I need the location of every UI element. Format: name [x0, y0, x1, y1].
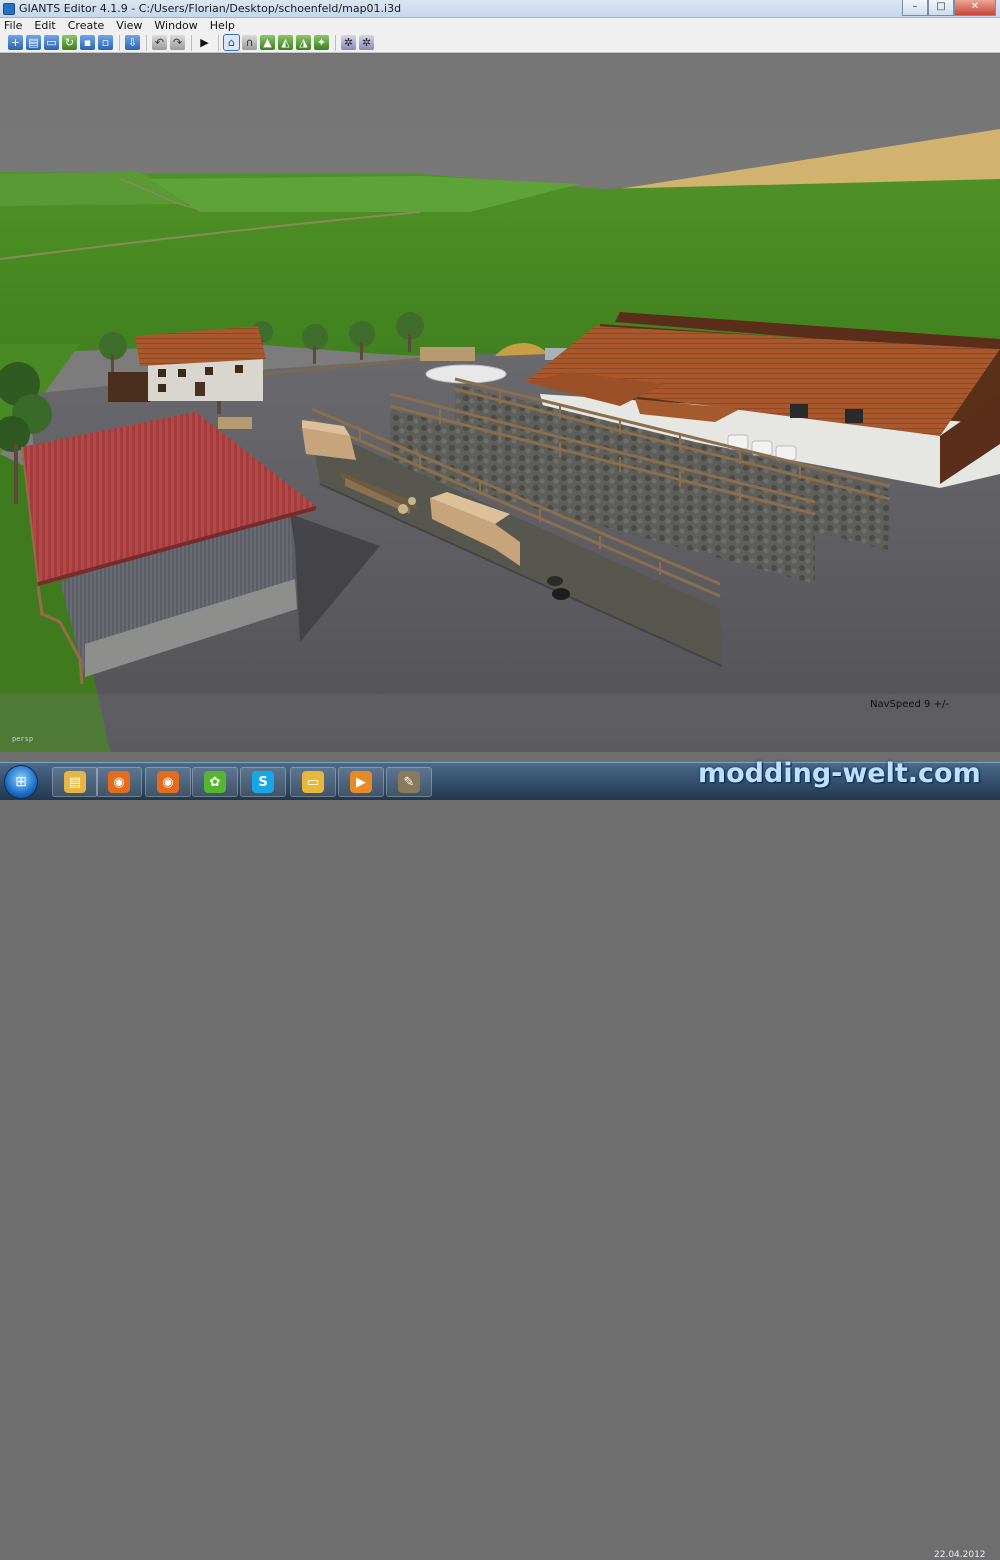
scene-render [0, 54, 1000, 752]
toolbar: + ▤ ▭ ↻ ▪ ▫ ⇩ ↶ ↷ ▶ ⌂ ∩ ▲ ◭ ◮ ✦ ✲ ✲ [0, 33, 1000, 53]
toolbar-separator [335, 34, 336, 51]
menu-help[interactable]: Help [210, 19, 235, 32]
files-icon: ▭ [302, 771, 324, 793]
menu-view[interactable]: View [116, 19, 142, 32]
menu-create[interactable]: Create [68, 19, 105, 32]
menu-edit[interactable]: Edit [34, 19, 55, 32]
open-folder-icon[interactable]: ▭ [44, 35, 59, 50]
menu-window[interactable]: Window [154, 19, 197, 32]
foliage-icon[interactable]: ✦ [314, 35, 329, 50]
watermark-logo: modding-welt.com [698, 758, 981, 789]
explorer-icon: ▤ [64, 771, 86, 793]
minimize-button[interactable]: – [902, 0, 928, 16]
close-button[interactable]: ✕ [954, 0, 996, 16]
toolbar-separator [218, 34, 219, 51]
skype-icon: S [252, 771, 274, 793]
menu-file[interactable]: File [4, 19, 22, 32]
window-controls: – □ ✕ [902, 0, 996, 16]
menu-bar: File Edit Create View Window Help [0, 18, 1000, 33]
toolbar-separator [119, 34, 120, 51]
3d-viewport[interactable]: persp [0, 54, 1000, 752]
open-file-icon[interactable]: ▤ [26, 35, 41, 50]
select-mode-icon[interactable]: ⌂ [223, 34, 240, 51]
maximize-button[interactable]: □ [928, 0, 954, 16]
redo-icon[interactable]: ↷ [170, 35, 185, 50]
snap-icon[interactable]: ✲ [341, 35, 356, 50]
new-file-icon[interactable]: + [8, 35, 23, 50]
magnet-icon[interactable]: ∩ [242, 35, 257, 50]
taskbar-files-button[interactable]: ▭ [290, 767, 336, 797]
taskbar-skype-button[interactable]: S [240, 767, 286, 797]
tray-date: 22.04.2012 [934, 1550, 986, 1560]
media-player-icon: ▶ [350, 771, 372, 793]
title-bar: GIANTS Editor 4.1.9 - C:/Users/Florian/D… [0, 0, 1000, 18]
save-icon[interactable]: ▪ [80, 35, 95, 50]
camera-label: persp [12, 735, 34, 743]
gimp-icon: ✎ [398, 771, 420, 793]
toolbar-separator [146, 34, 147, 51]
firefox-icon: ◉ [108, 771, 130, 793]
settings-icon[interactable]: ✲ [359, 35, 374, 50]
import-icon[interactable]: ⇩ [125, 35, 140, 50]
foliage-paint-icon[interactable]: ◮ [296, 35, 311, 50]
play-icon[interactable]: ▶ [197, 35, 212, 50]
taskbar-media-player-button[interactable]: ▶ [338, 767, 384, 797]
giants-app-icon [3, 3, 15, 15]
taskbar-gimp-button[interactable]: ✎ [386, 767, 432, 797]
taskbar-firefox-button[interactable]: ◉ [96, 767, 142, 797]
undo-icon[interactable]: ↶ [152, 35, 167, 50]
taskbar-explorer-button[interactable]: ▤ [52, 767, 98, 797]
nav-speed-status: NavSpeed 9 +/- [870, 699, 949, 710]
terrain-paint-icon[interactable]: ◭ [278, 35, 293, 50]
refresh-icon[interactable]: ↻ [62, 35, 77, 50]
terrain-sculpt-icon[interactable]: ▲ [260, 35, 275, 50]
taskbar-firefox-2-button[interactable]: ◉ [145, 767, 191, 797]
icq-icon: ✿ [204, 771, 226, 793]
firefox-2-icon: ◉ [157, 771, 179, 793]
taskbar-icq-button[interactable]: ✿ [192, 767, 238, 797]
save-as-icon[interactable]: ▫ [98, 35, 113, 50]
toolbar-separator [191, 34, 192, 51]
start-button[interactable]: ⊞ [4, 765, 38, 799]
window-title: GIANTS Editor 4.1.9 - C:/Users/Florian/D… [19, 2, 402, 15]
